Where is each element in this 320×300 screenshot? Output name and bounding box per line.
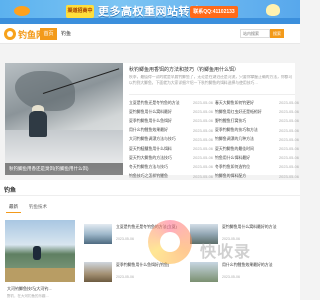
list-item[interactable]: 钓鲫鱼用红虫好还是蚯蚓好 2023-05-06	[215, 107, 299, 116]
list-item[interactable]: 夏天钓鲢鳙鱼用什么饵料 2023-05-06	[129, 144, 213, 153]
article-list-left: 立夏是钓鱼还是冬钓鱼的方法 2023-05-06 夏钓鲫鱼用什么窝料最好 2023-…	[129, 98, 213, 181]
featured-section: 秋钓鲫鱼用香还是臭饵(钓鲫鱼用什么饵) 秋钓鲫鱼用香饵的方法和技巧（钓鲫鱼用什么…	[5, 63, 299, 179]
list-item-date: 2023-05-06	[279, 136, 299, 142]
nav-fishing[interactable]: 钓鱼	[61, 28, 71, 40]
list-item-title[interactable]: 夏钓鲫鱼用什么窝料最好	[129, 109, 193, 115]
list-item-title[interactable]: 夏季钓鲫鱼的技巧和方法	[215, 127, 279, 133]
article-card[interactable]: 用什么钓鲤鱼效果最好的方法 2023-05-06	[190, 262, 284, 284]
list-item-date: 2023-05-06	[279, 173, 299, 179]
list-item-title[interactable]: 夏天钓鲢鳙鱼用什么饵料	[129, 146, 193, 152]
article-list-right: 春天大鲫鱼如何钓更好 2023-05-06 钓鲫鱼用红虫好还是蚯蚓好 2023-05…	[215, 98, 299, 181]
list-item-date: 2023-05-06	[279, 146, 299, 152]
list-item[interactable]: 冬天钓鲫鱼方法与技巧 2023-05-06	[129, 162, 213, 171]
list-item-title[interactable]: 钓鲫鱼的饵料配方	[215, 173, 279, 179]
list-item[interactable]: 夏季钓鲫鱼的技巧和方法 2023-05-06	[215, 126, 299, 135]
list-item-date: 2023-05-06	[193, 136, 213, 142]
logo-icon	[4, 28, 16, 40]
list-item-title[interactable]: 冬天钓鲫鱼方法与技巧	[129, 164, 193, 170]
featured-title[interactable]: 秋钓鲫鱼用香饵的方法和技巧（钓鲫鱼用什么饵）	[129, 66, 295, 73]
banner-tag: 渠道招商中	[66, 5, 94, 18]
list-item-date: 2023-05-06	[279, 109, 299, 115]
feature-card-subtitle: 野钓，在大河钓鱼的乐趣…	[7, 294, 49, 298]
shore-shape	[5, 268, 75, 282]
featured-caption[interactable]: 秋钓鲫鱼用香还是臭饵(钓鲫鱼用什么饵)	[5, 163, 123, 175]
list-item-title[interactable]: 夏天钓大鲫鱼的方法技巧	[129, 155, 193, 161]
list-item-date: 2023-05-06	[279, 118, 299, 124]
list-item-date: 2023-05-06	[193, 118, 213, 124]
list-item[interactable]: 野钓鲤鱼打窝技巧 2023-05-06	[215, 116, 299, 125]
nav-home[interactable]: 首页	[40, 28, 57, 40]
list-item-title[interactable]: 夏季钓鲫鱼用什么鱼饵好	[129, 118, 193, 124]
banner-slogan: 更多高权重网站转让	[98, 6, 202, 18]
list-item-title[interactable]: 冬季钓鱼如何选钓位	[215, 164, 279, 170]
list-item-date: 2023-05-06	[193, 109, 213, 115]
tab-fishing-tech[interactable]: 钓鱼技术	[26, 202, 50, 212]
list-item-date: 2023-05-06	[279, 100, 299, 106]
article-date: 2023-05-06	[116, 275, 134, 279]
section-title: 钓鱼	[4, 188, 17, 194]
list-item-title[interactable]: 钓鲫鱼用红虫好还是蚯蚓好	[215, 109, 279, 115]
list-item-title[interactable]: 夏天钓鲫鱼的最佳时间	[215, 146, 279, 152]
fish-icon	[266, 4, 280, 16]
list-item-date: 2023-05-06	[193, 146, 213, 152]
list-item[interactable]: 夏钓鲫鱼用什么窝料最好 2023-05-06	[129, 107, 213, 116]
divider	[0, 195, 300, 196]
list-item-date: 2023-05-06	[279, 164, 299, 170]
search-input[interactable]	[240, 29, 270, 38]
list-item-title[interactable]: 用什么钓鲤鱼效果最好	[129, 127, 193, 133]
article-date: 2023-05-06	[116, 237, 134, 241]
angler-shape	[33, 246, 41, 260]
watermark-logo	[140, 214, 200, 274]
divider	[129, 94, 295, 95]
angler-shape	[29, 111, 47, 137]
article-thumbnail[interactable]	[84, 224, 112, 244]
list-item-title[interactable]: 大河钓鲫鱼调漂方法与技巧	[129, 136, 193, 142]
list-item[interactable]: 立夏是钓鱼还是冬钓鱼的方法 2023-05-06	[129, 98, 213, 107]
list-item-date: 2023-05-06	[193, 127, 213, 133]
feature-card-title[interactable]: 大河钓鲫鱼技巧(大河钓...	[7, 286, 73, 292]
watermark-text: 快收录	[200, 244, 252, 261]
featured-description: 秋季，最值得一试的就是早晨钓鲫鱼了，无论是在湖泊还是河流，只要你掌握正确的方法，…	[129, 75, 293, 85]
list-item[interactable]: 钓鲫鱼调漂的几种方法 2023-05-06	[215, 135, 299, 144]
list-item[interactable]: 大河钓鲫鱼调漂方法与技巧 2023-05-06	[129, 135, 213, 144]
site-logo[interactable]: 钓鱼网	[4, 27, 45, 41]
list-item-date: 2023-05-06	[279, 127, 299, 133]
list-item[interactable]: 夏天钓大鲫鱼的方法技巧 2023-05-06	[129, 153, 213, 162]
article-title[interactable]: 夏钓鲫鱼用什么窝料最好的方法	[222, 224, 284, 234]
featured-image[interactable]: 秋钓鲫鱼用香还是臭饵(钓鲫鱼用什么饵)	[5, 63, 123, 175]
list-item-date: 2023-05-06	[193, 100, 213, 106]
tab-latest[interactable]: 最新	[6, 202, 21, 213]
list-item-date: 2023-05-06	[193, 173, 213, 179]
list-item[interactable]: 春天大鲫鱼如何钓更好 2023-05-06	[215, 98, 299, 107]
article-thumbnail[interactable]	[84, 262, 112, 282]
list-item-title[interactable]: 春天大鲫鱼如何钓更好	[215, 100, 279, 106]
top-ad-banner[interactable]: 渠道招商中 更多高权重网站转让 联系QQ:41102133	[0, 0, 300, 24]
list-item-date: 2023-05-06	[193, 155, 213, 161]
list-item-title[interactable]: 钓鱼技巧之怎样钓鲤鱼	[129, 173, 193, 179]
site-header: 钓鱼网 首页 钓鱼 搜索	[0, 24, 300, 44]
watermark-inner-icon	[160, 232, 180, 252]
list-item[interactable]: 用什么钓鲤鱼效果最好 2023-05-06	[129, 126, 213, 135]
list-item[interactable]: 钓鱼用什么饵料最好 2023-05-06	[215, 153, 299, 162]
list-item-date: 2023-05-06	[279, 155, 299, 161]
list-item[interactable]: 夏季钓鲫鱼用什么鱼饵好 2023-05-06	[129, 116, 213, 125]
fish-icon	[14, 6, 30, 16]
banner-contact-button[interactable]: 联系QQ:41102133	[190, 6, 238, 18]
list-item-date: 2023-05-06	[193, 164, 213, 170]
article-title[interactable]: 用什么钓鲤鱼效果最好的方法	[222, 262, 284, 272]
feature-card-image[interactable]	[5, 220, 75, 282]
list-item-title[interactable]: 立夏是钓鱼还是冬钓鱼的方法	[129, 100, 193, 106]
list-item-title[interactable]: 钓鲫鱼调漂的几种方法	[215, 136, 279, 142]
list-item-title[interactable]: 野钓鲤鱼打窝技巧	[215, 118, 279, 124]
list-item[interactable]: 夏天钓鲫鱼的最佳时间 2023-05-06	[215, 144, 299, 153]
list-item-title[interactable]: 钓鱼用什么饵料最好	[215, 155, 279, 161]
list-item[interactable]: 冬季钓鱼如何选钓位 2023-05-06	[215, 162, 299, 171]
search-button[interactable]: 搜索	[270, 29, 284, 38]
feature-card[interactable]: 大河钓鲫鱼技巧(大河钓... 野钓，在大河钓鱼的乐趣…	[5, 220, 75, 300]
article-date: 2023-05-06	[222, 275, 240, 279]
